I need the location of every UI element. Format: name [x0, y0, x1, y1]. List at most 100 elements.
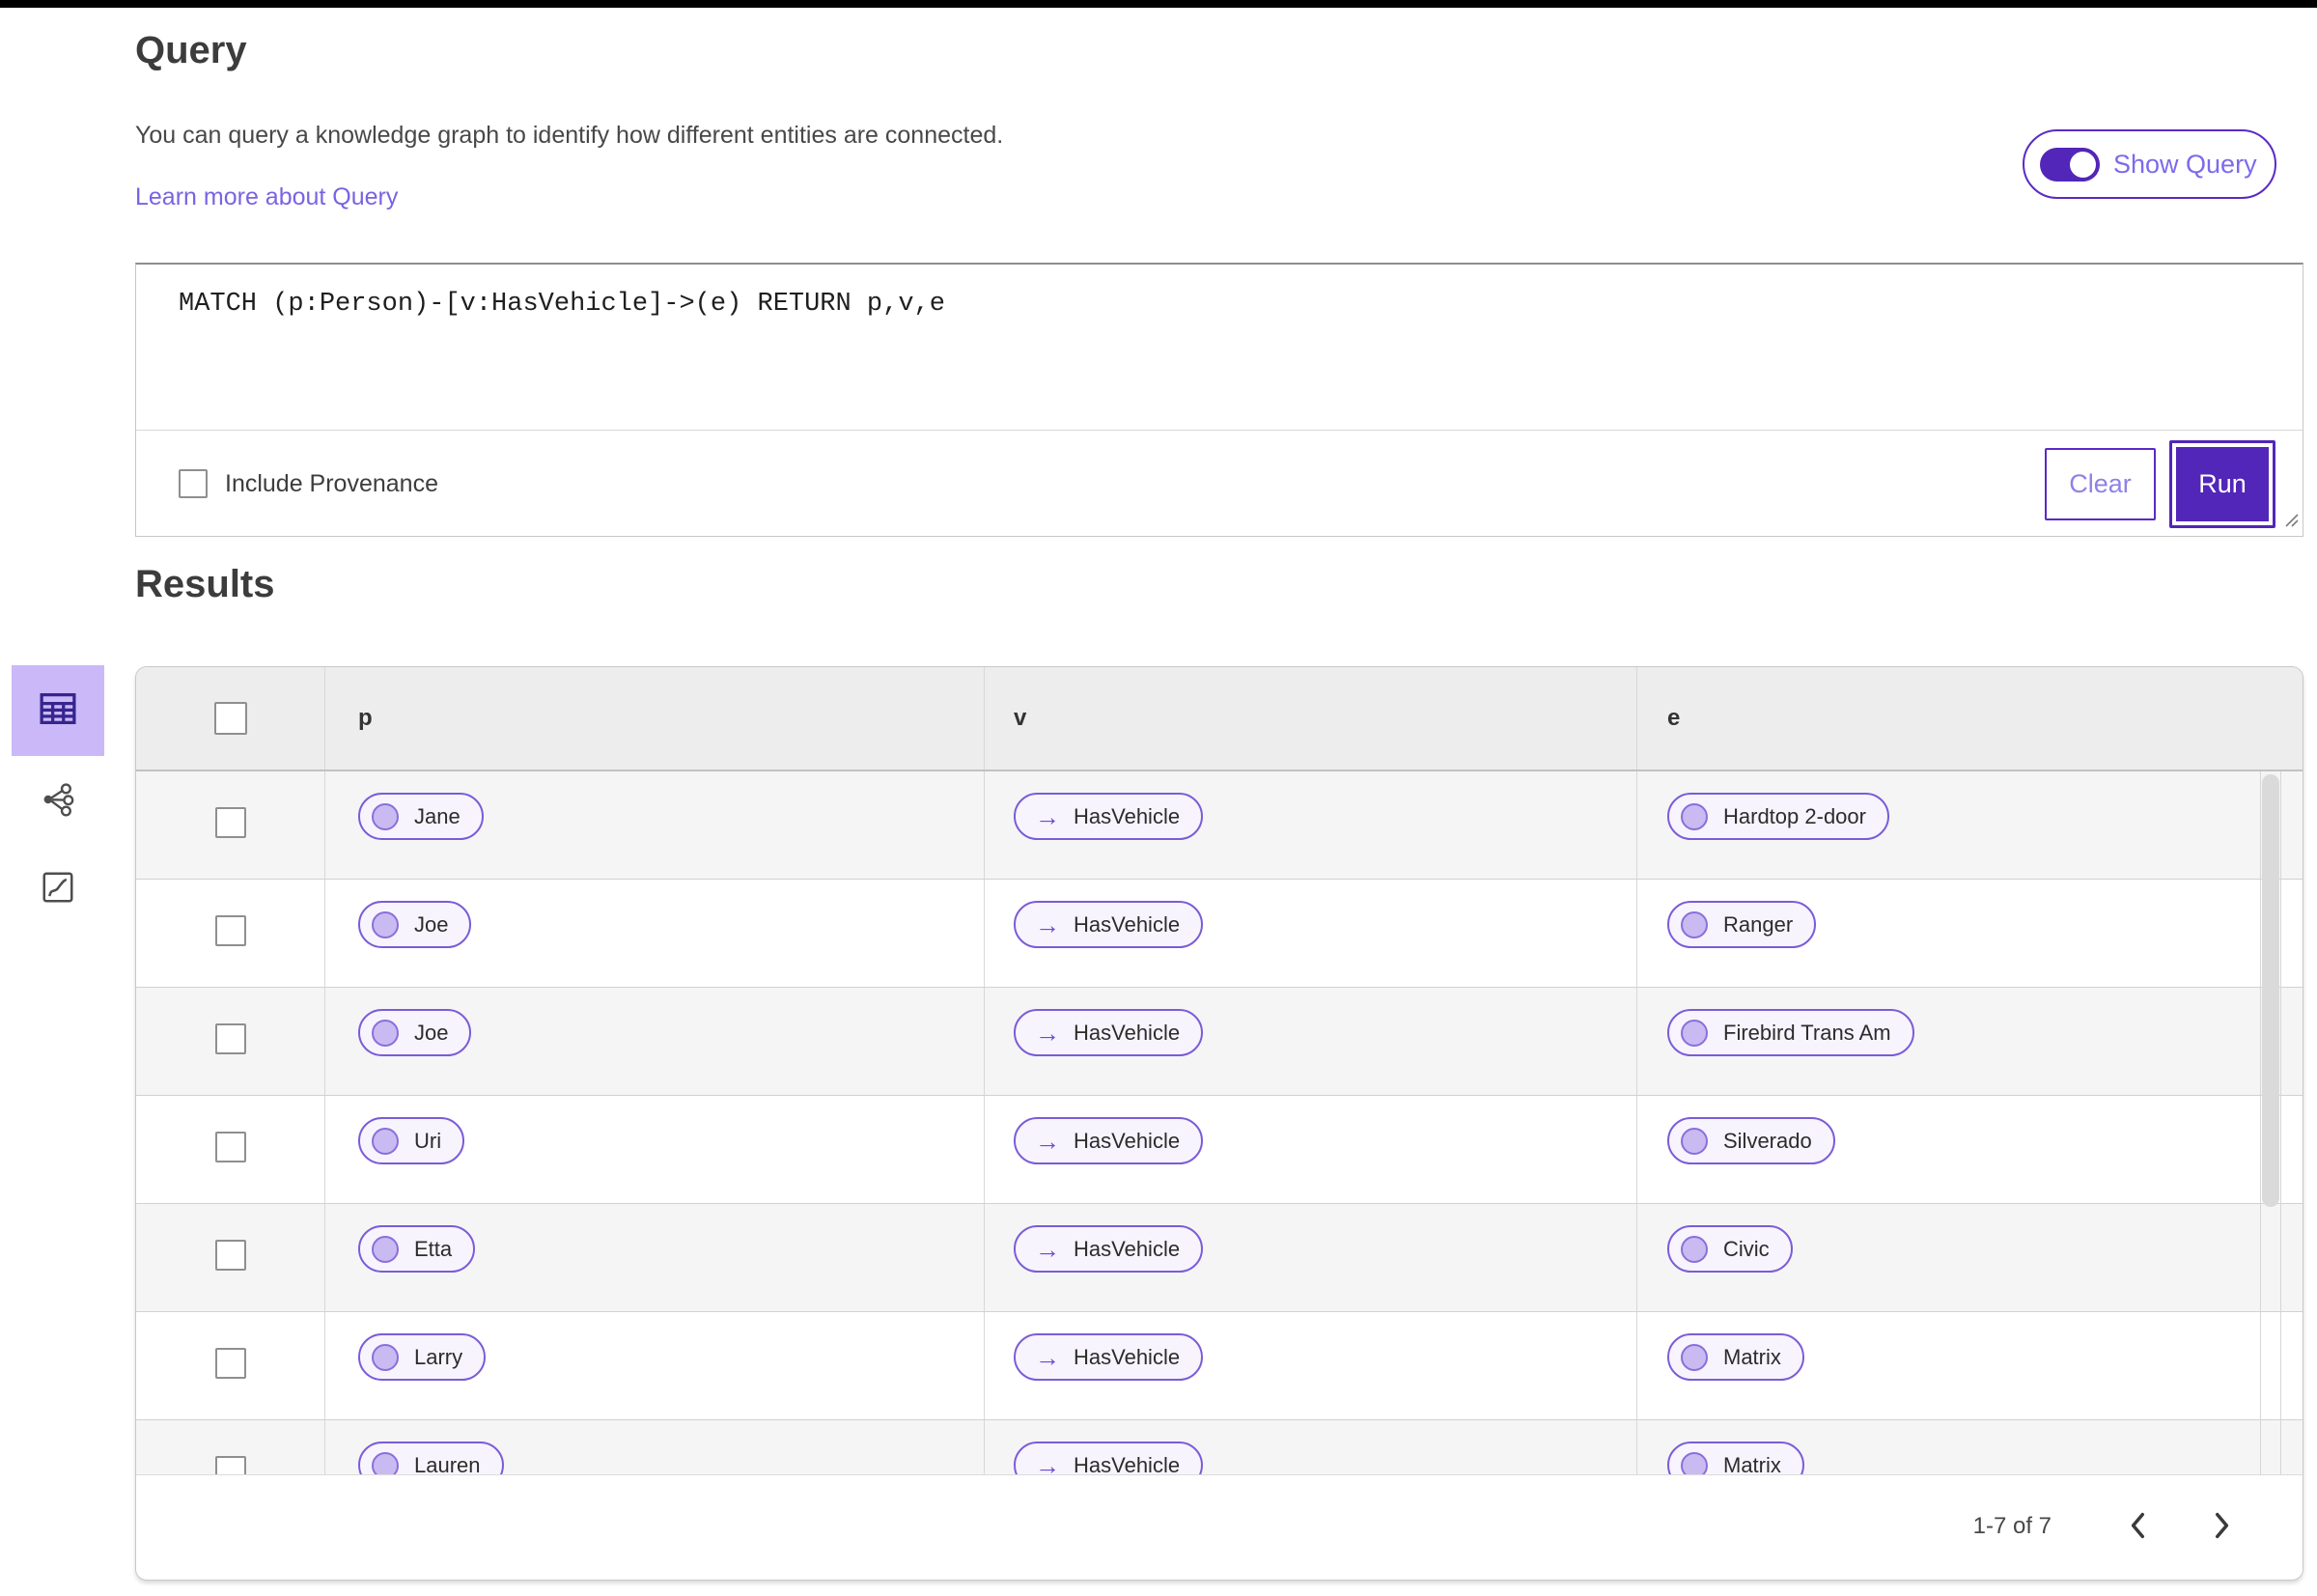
pill-label: HasVehicle	[1074, 803, 1181, 828]
arrow-right-icon: →	[1035, 801, 1060, 831]
results-body: Jane → HasVehicle Hardtop 2-door Joe → H…	[136, 771, 2303, 1474]
include-provenance-checkbox[interactable]	[179, 469, 208, 498]
pill-label: Silverado	[1723, 1128, 1812, 1153]
results-heading: Results	[135, 563, 275, 605]
node-circle-icon	[372, 1451, 399, 1474]
pill-label: Ranger	[1723, 911, 1794, 937]
table-icon	[34, 686, 82, 736]
node-pill[interactable]: Civic	[1667, 1225, 1793, 1273]
graph-view-button[interactable]	[12, 770, 104, 833]
node-circle-icon	[372, 910, 399, 938]
row-checkbox[interactable]	[214, 915, 246, 946]
node-pill[interactable]: Matrix	[1667, 1333, 1804, 1381]
pill-label: Joe	[414, 1020, 449, 1045]
table-view-button[interactable]	[12, 665, 104, 756]
node-pill[interactable]: Etta	[358, 1225, 476, 1273]
row-checkbox[interactable]	[214, 1456, 246, 1474]
node-circle-icon	[1681, 1019, 1708, 1047]
node-pill[interactable]: Firebird Trans Am	[1667, 1009, 1914, 1056]
show-query-toggle[interactable]: Show Query	[2023, 129, 2276, 199]
pagination-range-label: 1-7 of 7	[1972, 1513, 2052, 1539]
table-scrollbar[interactable]	[2260, 771, 2281, 1474]
arrow-right-icon: →	[1035, 1234, 1060, 1264]
arrow-right-icon: →	[1035, 1450, 1060, 1475]
row-checkbox[interactable]	[214, 807, 246, 838]
node-pill[interactable]: Uri	[358, 1117, 465, 1164]
results-table: p v e Jane → HasVehicle Hardtop 2-door J…	[135, 666, 2303, 1581]
edge-pill[interactable]: → HasVehicle	[1014, 793, 1204, 840]
query-input[interactable]: MATCH (p:Person)-[v:HasVehicle]->(e) RET…	[136, 265, 2303, 431]
table-row: Jane → HasVehicle Hardtop 2-door	[136, 771, 2303, 880]
node-pill[interactable]: Larry	[358, 1333, 487, 1381]
toggle-switch-icon[interactable]	[2040, 147, 2100, 182]
pill-label: HasVehicle	[1074, 1236, 1181, 1261]
query-editor-panel: MATCH (p:Person)-[v:HasVehicle]->(e) RET…	[135, 263, 2303, 537]
table-row: Joe → HasVehicle Ranger	[136, 880, 2303, 988]
edge-pill[interactable]: → HasVehicle	[1014, 1009, 1204, 1056]
row-checkbox[interactable]	[214, 1240, 246, 1271]
edge-pill[interactable]: → HasVehicle	[1014, 1225, 1204, 1273]
show-query-label: Show Query	[2113, 149, 2257, 179]
page-title: Query	[135, 29, 247, 71]
node-circle-icon	[372, 1019, 399, 1047]
chevron-right-icon[interactable]	[2200, 1502, 2245, 1552]
arrow-right-icon: →	[1035, 1126, 1060, 1156]
pill-label: Lauren	[414, 1452, 481, 1475]
node-circle-icon	[372, 1343, 399, 1371]
node-circle-icon	[372, 1235, 399, 1263]
chart-view-button[interactable]	[12, 857, 104, 921]
node-circle-icon	[1681, 910, 1708, 938]
clear-button[interactable]: Clear	[2045, 447, 2156, 520]
row-checkbox[interactable]	[214, 1132, 246, 1162]
row-checkbox[interactable]	[214, 1023, 246, 1054]
pill-label: HasVehicle	[1074, 1128, 1181, 1153]
table-scrollbar-thumb[interactable]	[2262, 774, 2279, 1207]
pill-label: Hardtop 2-door	[1723, 803, 1866, 828]
pagination-bar: 1-7 of 7	[136, 1474, 2303, 1578]
edge-pill[interactable]: → HasVehicle	[1014, 1442, 1204, 1475]
table-row: Lauren → HasVehicle Matrix	[136, 1420, 2303, 1474]
pill-label: Matrix	[1723, 1344, 1781, 1369]
pill-label: Firebird Trans Am	[1723, 1020, 1891, 1045]
pill-label: Jane	[414, 803, 461, 828]
page-description: You can query a knowledge graph to ident…	[135, 122, 1004, 149]
arrow-right-icon: →	[1035, 1018, 1060, 1048]
edge-pill[interactable]: → HasVehicle	[1014, 1333, 1204, 1381]
pill-label: Etta	[414, 1236, 453, 1261]
resize-handle-icon[interactable]	[2283, 512, 2299, 532]
node-circle-icon	[1681, 1235, 1708, 1263]
node-pill[interactable]: Hardtop 2-door	[1667, 793, 1889, 840]
node-pill[interactable]: Ranger	[1667, 901, 1817, 948]
column-header-e[interactable]: e	[1636, 667, 2303, 770]
node-pill[interactable]: Joe	[358, 901, 472, 948]
node-pill[interactable]: Lauren	[358, 1442, 504, 1474]
node-pill[interactable]: Matrix	[1667, 1442, 1804, 1474]
node-circle-icon	[1681, 802, 1708, 830]
table-row: Uri → HasVehicle Silverado	[136, 1096, 2303, 1204]
row-checkbox[interactable]	[214, 1348, 246, 1379]
chevron-left-icon[interactable]	[2115, 1502, 2160, 1552]
edge-pill[interactable]: → HasVehicle	[1014, 901, 1204, 948]
node-pill[interactable]: Jane	[358, 793, 484, 840]
node-pill[interactable]: Joe	[358, 1009, 472, 1056]
run-button[interactable]: Run	[2169, 439, 2275, 528]
pill-label: HasVehicle	[1074, 1020, 1181, 1045]
node-circle-icon	[372, 802, 399, 830]
column-header-v[interactable]: v	[984, 667, 1636, 770]
pill-label: Matrix	[1723, 1452, 1781, 1475]
pill-label: Civic	[1723, 1236, 1770, 1261]
node-pill[interactable]: Silverado	[1667, 1117, 1835, 1164]
learn-more-link[interactable]: Learn more about Query	[135, 183, 398, 211]
table-row: Etta → HasVehicle Civic	[136, 1204, 2303, 1312]
pill-label: HasVehicle	[1074, 911, 1181, 937]
table-row: Larry → HasVehicle Matrix	[136, 1312, 2303, 1420]
select-all-checkbox[interactable]	[213, 702, 247, 735]
pill-label: HasVehicle	[1074, 1344, 1181, 1369]
node-circle-icon	[1681, 1451, 1708, 1474]
column-header-p[interactable]: p	[324, 667, 984, 770]
pill-label: Uri	[414, 1128, 442, 1153]
pill-label: Larry	[414, 1344, 463, 1369]
node-circle-icon	[372, 1127, 399, 1155]
node-circle-icon	[1681, 1127, 1708, 1155]
edge-pill[interactable]: → HasVehicle	[1014, 1117, 1204, 1164]
